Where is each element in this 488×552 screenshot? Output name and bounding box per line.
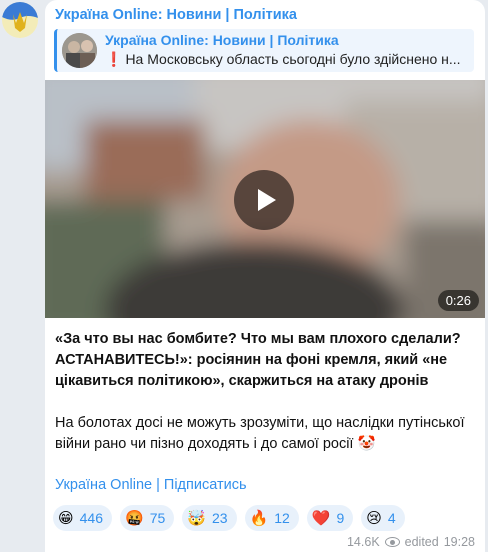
channel-avatar[interactable] (2, 2, 38, 38)
channel-title[interactable]: Україна Online: Новини | Політика (55, 7, 297, 23)
eye-icon (384, 537, 400, 547)
reply-excerpt-line: ❗ На Московську область сьогодні було зді… (105, 51, 467, 68)
reply-excerpt: На Московську область сьогодні було здій… (125, 51, 461, 67)
subscribe-link[interactable]: Україна Online | Підписатись (55, 477, 247, 493)
reaction-count: 75 (149, 510, 166, 526)
reaction-button[interactable]: 😢 4 (361, 505, 405, 531)
reaction-count: 9 (336, 510, 345, 526)
view-count: 14.6K (346, 535, 380, 549)
reaction-button[interactable]: 🤬 75 (120, 505, 175, 531)
message-bubble: Україна Online: Новини | Політика Україн… (45, 0, 485, 552)
fire-emoji-icon: 🔥 (249, 509, 269, 527)
exclamation-icon: ❗ (105, 51, 123, 67)
play-icon[interactable] (234, 170, 294, 230)
reaction-count: 4 (387, 510, 396, 526)
mind-blown-emoji-icon: 🤯 (187, 509, 206, 527)
post-body: На болотах досі не можуть зрозуміти, що … (55, 415, 465, 452)
reaction-button[interactable]: 🤯 23 (182, 505, 237, 531)
reaction-button[interactable]: 😁 446 (53, 505, 112, 531)
reactions-bar: 😁 446 🤬 75 🤯 23 🔥 12 ❤️ 9 😢 4 (53, 505, 405, 531)
reaction-button[interactable]: 🔥 12 (244, 505, 299, 531)
reply-title: Україна Online: Новини | Політика (105, 32, 339, 48)
edited-label: edited (404, 535, 439, 549)
reaction-count: 23 (211, 510, 228, 526)
grin-emoji-icon: 😁 (58, 509, 74, 527)
angry-emoji-icon: 🤬 (125, 509, 144, 527)
reaction-count: 12 (274, 510, 290, 526)
video-player[interactable]: 0:26 (45, 80, 485, 318)
reaction-button[interactable]: ❤️ 9 (306, 505, 354, 531)
reply-thumbnail (62, 33, 97, 68)
reply-quote[interactable]: Україна Online: Новини | Політика ❗ На Мо… (54, 29, 474, 72)
heart-emoji-icon: ❤️ (311, 509, 331, 527)
trident-icon (2, 2, 38, 38)
message-meta: 14.6K edited 19:28 (347, 535, 475, 549)
video-duration: 0:26 (437, 290, 479, 311)
post-text: «За что вы нас бомбите? Что мы вам плохо… (55, 329, 473, 455)
crying-emoji-icon: 😢 (366, 509, 382, 527)
post-headline: «За что вы нас бомбите? Что мы вам плохо… (55, 331, 461, 389)
message-time: 19:28 (443, 535, 475, 549)
reaction-count: 446 (79, 510, 103, 526)
